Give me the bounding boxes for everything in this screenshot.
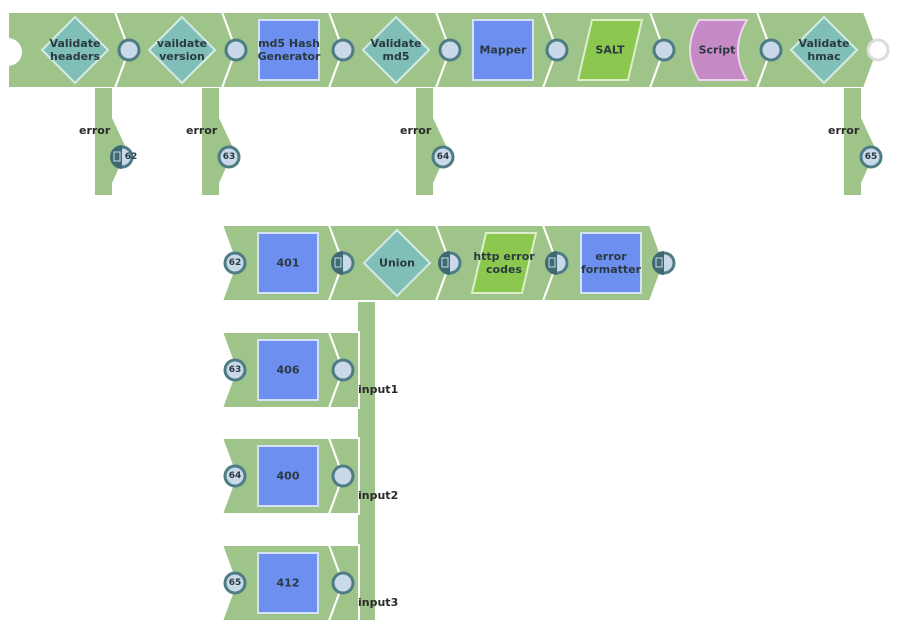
- snap-label: http error codes: [473, 250, 535, 276]
- snap-label: md5 Hash Generator: [257, 37, 321, 63]
- union-input-label: input3: [358, 596, 399, 609]
- pipe-link-number: 63: [222, 152, 236, 162]
- output-port[interactable]: [866, 38, 890, 62]
- output-port[interactable]: [224, 38, 248, 62]
- output-port[interactable]: [545, 38, 569, 62]
- error-view-label: error: [828, 124, 860, 137]
- union-input-label: input2: [358, 489, 399, 502]
- pipe-link-number: 62: [124, 152, 138, 162]
- output-port[interactable]: [331, 464, 355, 488]
- pipe-link-number: 64: [436, 152, 450, 162]
- snap-label: Union: [379, 256, 415, 270]
- output-port[interactable]: [652, 38, 676, 62]
- pipe-link-number: 62: [228, 258, 242, 268]
- union-input-label: input1: [358, 383, 399, 396]
- error-branch-track: [202, 88, 234, 195]
- error-branch-track: [416, 88, 448, 195]
- error-view-label: error: [79, 124, 111, 137]
- output-port[interactable]: [759, 38, 783, 62]
- snap-label: Script: [698, 43, 736, 57]
- snap-label: Validate hmac: [798, 37, 850, 63]
- output-port[interactable]: [438, 38, 462, 62]
- pipe-link-number: 64: [228, 471, 242, 481]
- output-port[interactable]: [117, 38, 141, 62]
- snap-label: Validate md5: [370, 37, 422, 63]
- error-branch-track: [844, 88, 876, 195]
- union-input-track: [358, 300, 375, 620]
- pipeline-canvas[interactable]: error 62 error 63 error 64 error 65 Validate hea…: [0, 0, 900, 639]
- output-port[interactable]: [331, 38, 355, 62]
- snap-label: 406: [276, 363, 300, 377]
- error-branch-track: [95, 88, 127, 195]
- snap-label: 401: [276, 256, 300, 270]
- error-view-label: error: [186, 124, 218, 137]
- snap-label: 412: [276, 576, 300, 590]
- pipe-link-number: 65: [864, 152, 878, 162]
- pipe-link-number: 63: [228, 365, 242, 375]
- snap-label: SALT: [595, 43, 625, 57]
- snap-label: vaildate version: [156, 37, 208, 63]
- snap-label: 400: [276, 469, 300, 483]
- snap-label: error formatter: [580, 250, 642, 276]
- error-view-label: error: [400, 124, 432, 137]
- output-port[interactable]: [331, 571, 355, 595]
- snap-label: Validate headers: [49, 37, 101, 63]
- pipe-link-number: 65: [228, 578, 242, 588]
- output-port[interactable]: [331, 358, 355, 382]
- snap-label: Mapper: [479, 43, 527, 57]
- pipeline-graphics: [0, 11, 890, 622]
